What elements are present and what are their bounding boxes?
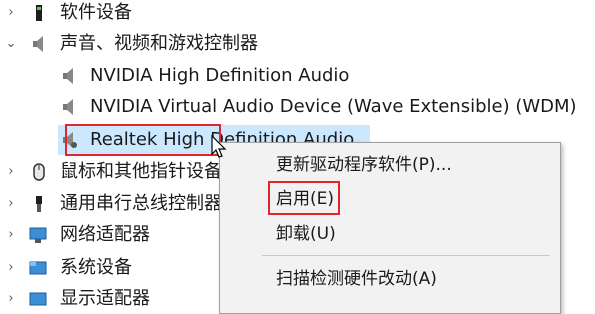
tree-item-label: 网络适配器 — [60, 224, 150, 245]
mouse-pointer-icon — [211, 134, 227, 163]
chevron-right-icon[interactable]: › — [4, 197, 18, 211]
tree-item-label: 鼠标和其他指针设备 — [60, 161, 222, 182]
tree-item-nvidia-virtual-audio[interactable]: NVIDIA Virtual Audio Device (Wave Extens… — [0, 92, 595, 122]
chevron-right-icon[interactable]: › — [4, 228, 18, 242]
display-adapter-icon — [28, 290, 47, 308]
context-menu: 更新驱动程序软件(P)... 启用(E) 卸载(U) 扫描检测硬件改动(A) — [219, 142, 561, 314]
tree-item-label: 系统设备 — [60, 257, 132, 278]
speaker-icon — [60, 98, 78, 116]
system-device-icon — [28, 259, 47, 277]
chevron-right-icon[interactable]: › — [4, 165, 18, 179]
chevron-right-icon[interactable]: › — [4, 261, 18, 275]
menu-item-uninstall[interactable]: 卸载(U) — [276, 223, 336, 245]
tree-item-software-devices[interactable]: › 软件设备 — [0, 0, 595, 28]
tree-item-label: 软件设备 — [60, 2, 132, 23]
speaker-icon — [60, 67, 78, 85]
tree-item-label: NVIDIA Virtual Audio Device (Wave Extens… — [90, 96, 577, 117]
chevron-down-icon[interactable]: ⌄ — [4, 37, 18, 51]
network-adapter-icon — [28, 226, 47, 244]
usb-icon — [30, 195, 48, 213]
tree-item-label: 通用串行总线控制器 — [60, 193, 222, 214]
software-device-icon — [30, 4, 48, 22]
annotation-box-realtek — [65, 124, 221, 156]
annotation-box-enable — [268, 181, 340, 215]
tree-item-label: NVIDIA High Definition Audio — [90, 65, 350, 86]
tree-item-label: 声音、视频和游戏控制器 — [60, 33, 258, 54]
chevron-right-icon[interactable]: › — [4, 6, 18, 20]
tree-item-audio-category[interactable]: ⌄ 声音、视频和游戏控制器 — [0, 29, 595, 59]
speaker-icon — [30, 35, 48, 53]
mouse-icon — [30, 163, 48, 181]
tree-item-nvidia-hd-audio[interactable]: NVIDIA High Definition Audio — [0, 61, 595, 91]
menu-separator — [262, 255, 550, 256]
tree-item-label: 显示适配器 — [60, 288, 150, 309]
menu-item-scan[interactable]: 扫描检测硬件改动(A) — [276, 268, 437, 290]
menu-item-update-driver[interactable]: 更新驱动程序软件(P)... — [276, 154, 452, 176]
